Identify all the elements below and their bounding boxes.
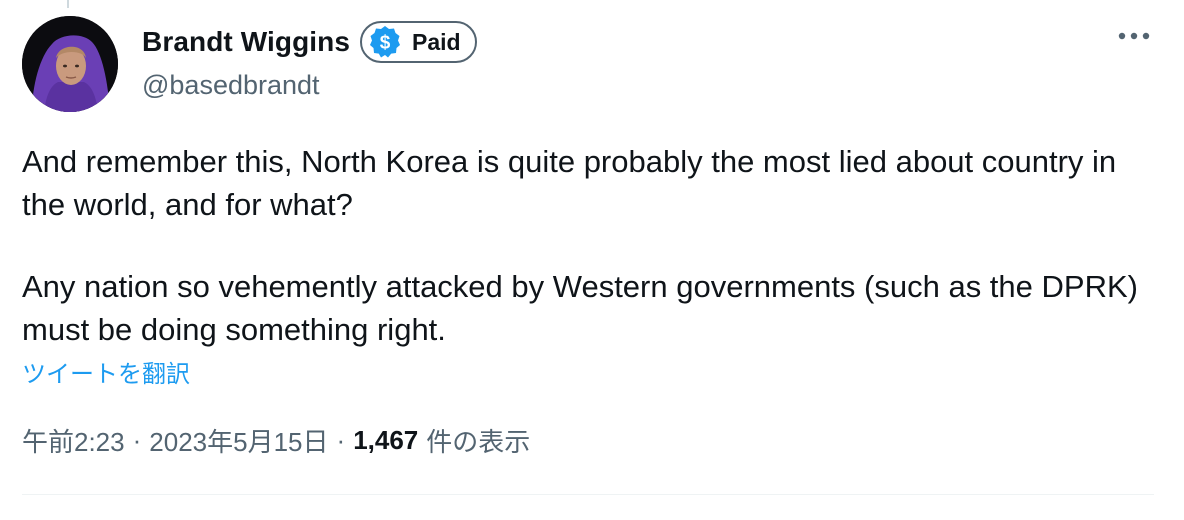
- paid-badge[interactable]: $ Paid: [360, 21, 477, 63]
- svg-text:$: $: [380, 33, 391, 54]
- author-display-name[interactable]: Brandt Wiggins: [142, 26, 350, 58]
- avatar[interactable]: [22, 16, 118, 112]
- more-options-icon[interactable]: [1110, 18, 1158, 54]
- dollar-sign-icon: $: [370, 26, 401, 58]
- paid-badge-label: Paid: [412, 28, 461, 55]
- tweet-text: And remember this, North Korea is quite …: [22, 140, 1162, 351]
- tweet-date[interactable]: 2023年5月15日: [149, 422, 328, 459]
- avatar-image: [22, 16, 118, 112]
- author-handle[interactable]: @basedbrandt: [142, 70, 320, 101]
- tweet-detail: Brandt Wiggins $ Paid @basedbrandt And r…: [0, 0, 1184, 520]
- tweet-paragraph-1: And remember this, North Korea is quite …: [22, 144, 1117, 222]
- tweet-time[interactable]: 午前2:23: [22, 422, 125, 459]
- views-label: 件の表示: [426, 427, 531, 457]
- meta-separator: ·: [132, 425, 142, 455]
- divider: [22, 494, 1154, 495]
- tweet-metadata: 午前2:23 · 2023年5月15日 · 1,467 件の表示: [22, 422, 530, 459]
- author-name-row: Brandt Wiggins $ Paid: [142, 18, 477, 66]
- thread-connector-line: [67, 0, 69, 8]
- meta-separator: ·: [336, 425, 346, 455]
- translate-tweet-link[interactable]: ツイートを翻訳: [22, 354, 190, 389]
- views-count: 1,467: [353, 425, 419, 455]
- tweet-paragraph-2: Any nation so vehemently attacked by Wes…: [22, 269, 1138, 347]
